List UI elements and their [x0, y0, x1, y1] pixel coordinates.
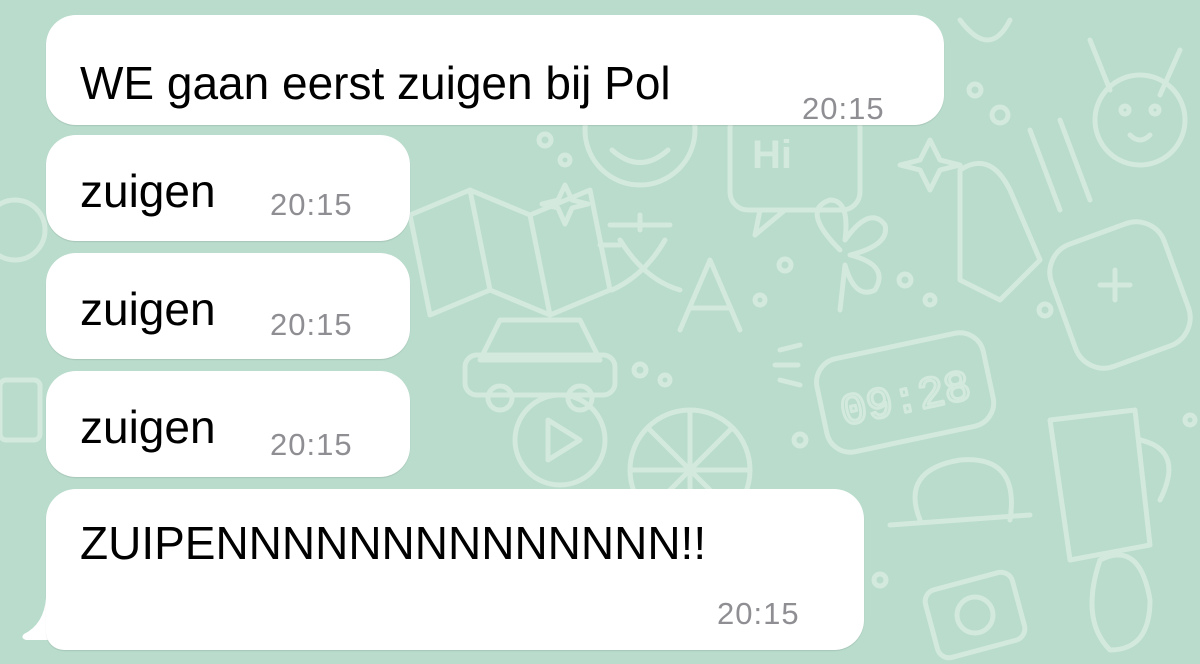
- hand-doodle-icon: [957, 117, 1093, 303]
- hat-doodle-icon: [887, 457, 1033, 528]
- hi-bubble-doodle-icon: [727, 107, 863, 238]
- message-text: zuigen: [80, 165, 216, 217]
- mug-doodle-icon: [1047, 407, 1172, 563]
- car-doodle-icon: [462, 317, 618, 413]
- motion-lines-doodle-icon: [772, 342, 803, 388]
- sandal-doodle-icon: [1089, 552, 1153, 653]
- alarm-clock-doodle-icon: [814, 330, 997, 455]
- message-bubble[interactable]: zuigen 20:15: [46, 371, 410, 477]
- circle-doodle-icon: [0, 197, 48, 263]
- message-timestamp: 20:15: [270, 187, 353, 222]
- camera-doodle-icon: [922, 569, 1028, 661]
- message-timestamp: 20:15: [717, 596, 800, 631]
- message-text: zuigen: [80, 283, 216, 335]
- clock-doodle-text: 09:28: [836, 363, 976, 439]
- message-text: WE gaan eerst zuigen bij Pol: [80, 57, 671, 109]
- map-doodle-icon: [407, 187, 613, 318]
- message-bubble[interactable]: ZUIPENNNNNNNNNNNNNN!! 20:15: [46, 489, 864, 650]
- clover-doodle-icon: [814, 197, 889, 313]
- gift-doodle-icon: [0, 377, 43, 443]
- play-doodle-icon: [512, 392, 608, 488]
- message-timestamp: 20:15: [270, 427, 353, 462]
- message-bubble[interactable]: zuigen 20:15: [46, 253, 410, 359]
- sparkle-doodle-icon: [897, 137, 963, 193]
- translate-doodle-icon: [607, 212, 743, 333]
- message-bubble[interactable]: zuigen 20:15: [46, 135, 410, 241]
- message-text: ZUIPENNNNNNNNNNNNNN!!: [80, 517, 707, 569]
- leaf-doodle-icon: [957, 17, 1013, 43]
- message-text: zuigen: [80, 401, 216, 453]
- message-timestamp: 20:15: [802, 91, 885, 126]
- message-bubble[interactable]: WE gaan eerst zuigen bij Pol 20:15: [46, 15, 944, 126]
- star-doodle-icon: [539, 182, 591, 227]
- hi-doodle-text: Hi: [752, 133, 792, 177]
- gamepad-doodle-icon: [1047, 219, 1193, 371]
- message-timestamp: 20:15: [270, 307, 353, 342]
- cat-doodle-icon: [1087, 37, 1188, 168]
